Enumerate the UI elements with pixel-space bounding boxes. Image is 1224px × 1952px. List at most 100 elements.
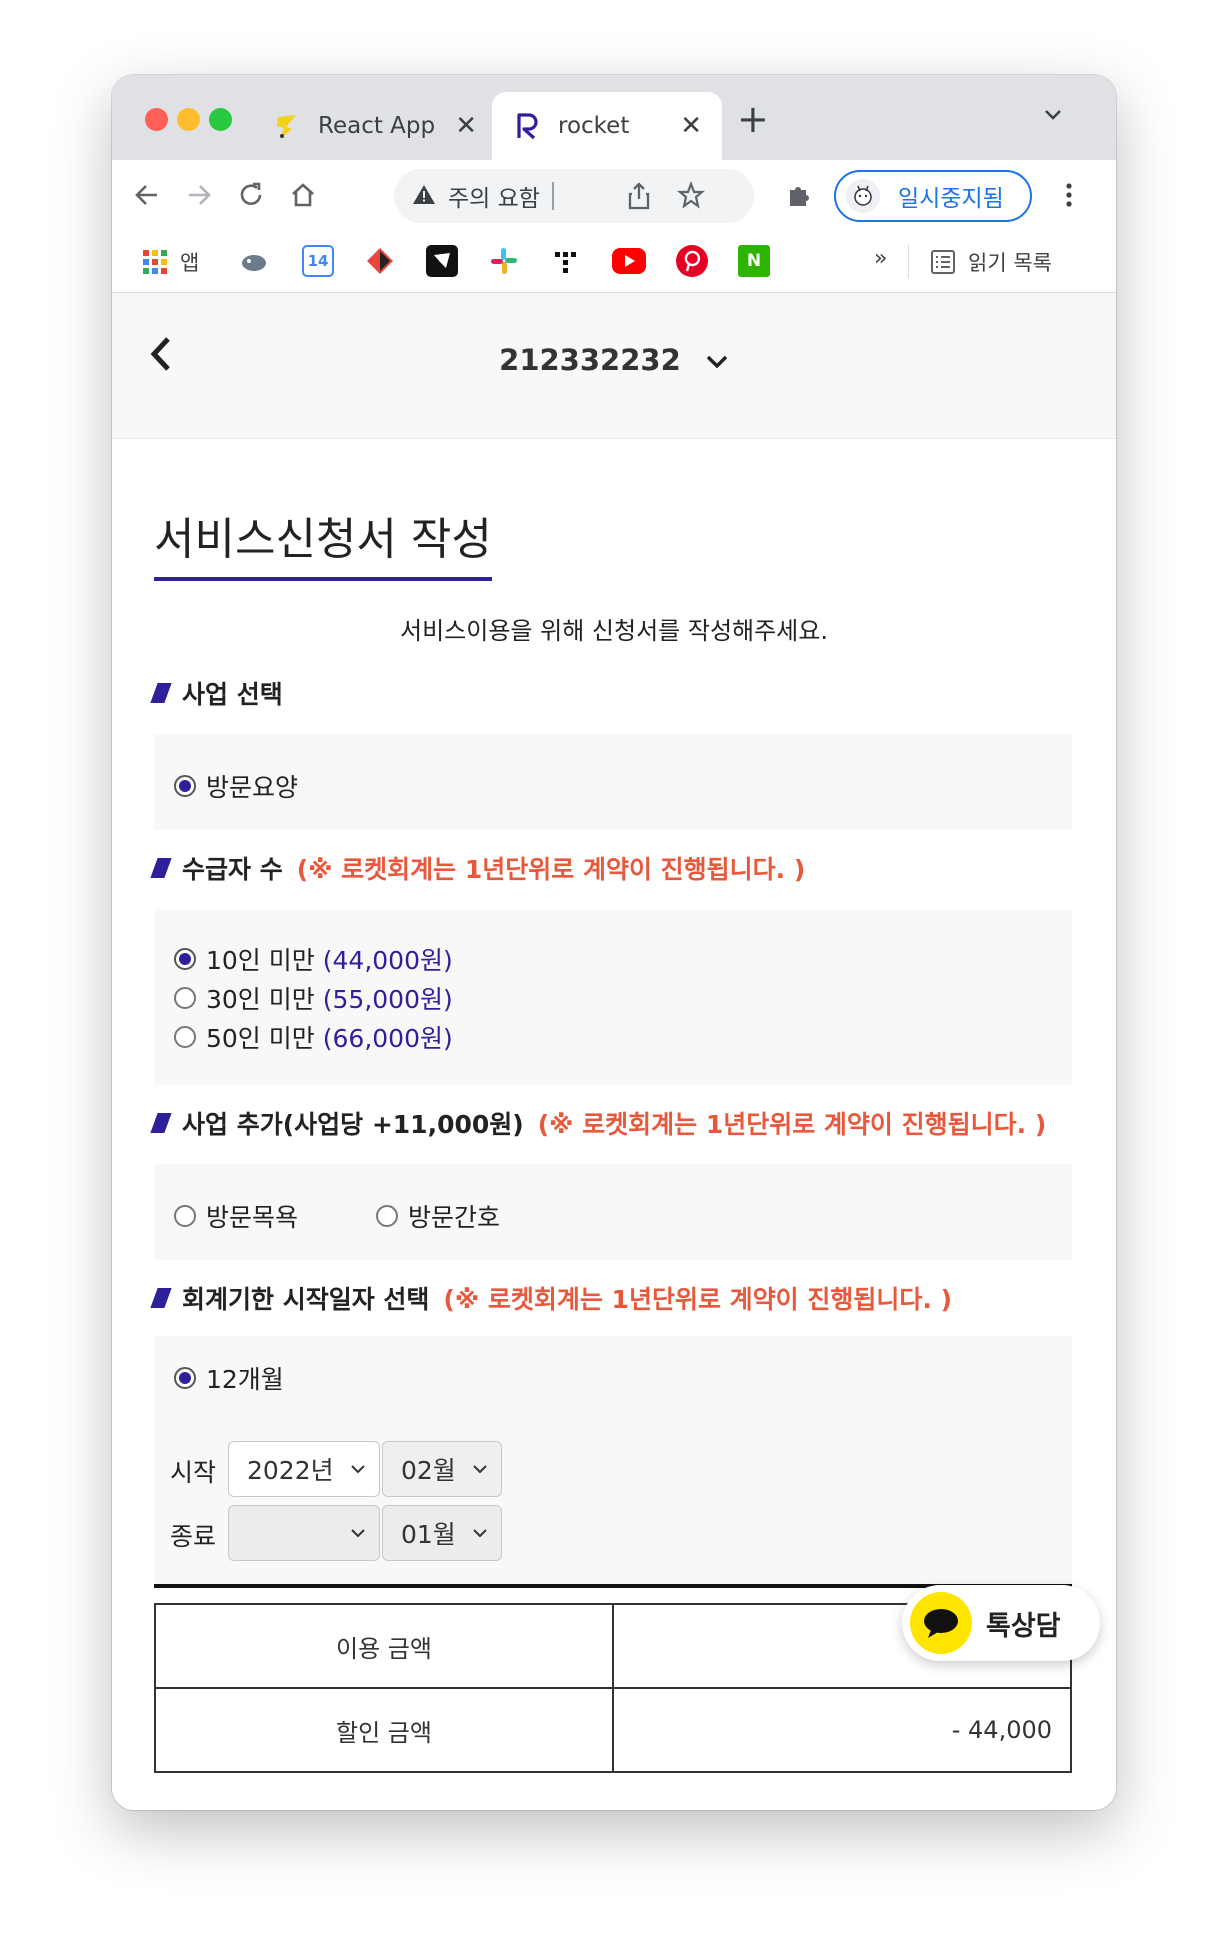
radio-under-50[interactable]: 50인 미만 (66,000원) [174,1019,453,1055]
reload-icon[interactable] [228,172,274,218]
maximize-window-button[interactable] [209,108,232,131]
radio-button[interactable] [174,1205,196,1227]
end-label: 종료 [170,1522,217,1551]
notion-like-icon[interactable] [426,245,458,277]
contract-note: (※ 로켓회계는 1년단위로 계약이 진행됩니다. ) [296,855,806,884]
end-month-select[interactable]: 01월 [382,1505,502,1561]
home-icon[interactable] [280,172,326,218]
radio-12-months[interactable]: 12개월 [174,1360,284,1396]
radio-button[interactable] [174,948,196,970]
page-content: 212332232 서비스신청서 작성 서비스이용을 위해 신청서를 작성해주세… [112,293,1116,1810]
radio-label: 30인 미만 [206,985,315,1014]
radio-label: 50인 미만 [206,1024,315,1053]
radio-button[interactable] [174,1367,196,1389]
radio-label: 방문간호 [408,1203,501,1232]
pinterest-icon[interactable] [676,245,708,277]
chat-label: 톡상담 [986,1610,1061,1642]
summary-label: 이용 금액 [154,1603,614,1689]
address-bar[interactable]: 주의 요함 [394,169,754,223]
chevron-down-icon [351,1529,365,1538]
bookmarks-bar: 앱 14 N » 읽기 목록 [112,232,1116,293]
radio-button[interactable] [174,1026,196,1048]
radio-button[interactable] [174,987,196,1009]
globe-bird-icon[interactable] [238,245,270,277]
price-label: (44,000원) [322,946,453,975]
section-title-text: 회계기한 시작일자 선택 [182,1285,430,1314]
price-label: (55,000원) [322,985,453,1014]
tab-strip: React App ✕ rocket ✕ + [112,75,1116,160]
close-window-button[interactable] [145,108,168,131]
close-icon[interactable]: ✕ [455,111,477,141]
addon-options-box: 방문목욕 방문간호 [154,1164,1072,1260]
naver-icon[interactable]: N [738,245,770,277]
radio-under-10[interactable]: 10인 미만 (44,000원) [174,941,453,977]
radio-label: 12개월 [206,1365,284,1394]
react-app-favicon [270,109,304,143]
slack-icon[interactable] [488,245,520,277]
select-value: 2022년 [247,1456,334,1485]
share-icon[interactable] [626,182,652,214]
start-year-select[interactable]: 2022년 [228,1441,380,1497]
youtube-icon[interactable] [612,248,646,274]
recipients-options-box: 10인 미만 (44,000원) 30인 미만 (55,000원) 50인 미만… [154,909,1072,1085]
account-selector[interactable]: 212332232 [112,343,1116,377]
contract-note: (※ 로켓회계는 1년단위로 계약이 진행됩니다. ) [537,1110,1047,1139]
tidal-icon[interactable] [550,245,582,277]
radio-visiting-bath[interactable]: 방문목욕 [174,1198,298,1234]
section-title-text: 수급자 수 [182,855,283,884]
git-icon[interactable] [364,245,396,277]
close-icon[interactable]: ✕ [680,111,702,141]
security-label[interactable]: 주의 요함 [448,179,540,213]
more-menu-icon[interactable] [1046,172,1092,218]
browser-window: React App ✕ rocket ✕ + 주의 요함 일시중지됨 앱 14 … [112,75,1116,1810]
google-calendar-icon[interactable]: 14 [302,245,334,277]
radio-label: 10인 미만 [206,946,315,975]
radio-visiting-care[interactable]: 방문요양 [174,768,298,804]
extensions-puzzle-icon[interactable] [776,172,822,218]
start-label: 시작 [170,1458,217,1487]
divider [908,244,909,278]
forward-arrow-icon[interactable] [176,172,222,218]
chevron-down-icon [473,1529,487,1538]
radio-visiting-nursing[interactable]: 방문간호 [376,1198,500,1234]
radio-button[interactable] [174,775,196,797]
section-title-text: 사업 추가(사업당 +11,000원) [182,1110,524,1139]
price-label: (66,000원) [322,1024,453,1053]
section-title-recipients: 수급자 수 (※ 로켓회계는 1년단위로 계약이 진행됩니다. ) [150,850,806,886]
select-value: 01월 [401,1520,456,1549]
summary-label: 할인 금액 [154,1687,614,1773]
bookmarks-overflow-button[interactable]: » [874,246,887,271]
warning-icon [412,183,436,209]
chevron-down-icon [473,1465,487,1474]
radio-under-30[interactable]: 30인 미만 (55,000원) [174,980,453,1016]
apps-grid-icon [143,250,167,274]
start-month-select[interactable]: 02월 [382,1441,502,1497]
end-year-select[interactable] [228,1505,380,1561]
apps-shortcut[interactable]: 앱 [142,247,199,277]
bookmark-star-icon[interactable] [676,180,706,213]
back-arrow-icon[interactable] [124,172,170,218]
minimize-window-button[interactable] [177,108,200,131]
chevron-down-icon [351,1465,365,1474]
app-header: 212332232 [112,293,1116,439]
new-tab-button[interactable]: + [737,97,769,141]
tab-search-chevron-icon[interactable] [1042,103,1064,129]
reading-list-button[interactable]: 읽기 목록 [930,247,1052,277]
kakao-chat-button[interactable]: 톡상담 [902,1585,1100,1661]
radio-button[interactable] [376,1205,398,1227]
profile-paused-button[interactable]: 일시중지됨 [834,170,1032,222]
section-marker-icon [150,1288,172,1308]
reading-list-icon [931,250,955,274]
section-title-business: 사업 선택 [150,675,283,711]
section-title-addon: 사업 추가(사업당 +11,000원) (※ 로켓회계는 1년단위로 계약이 진… [150,1105,1047,1141]
tab-label: rocket [558,113,630,139]
period-options-box: 12개월 시작 2022년 02월 종료 01월 [154,1336,1072,1584]
avatar [846,179,880,213]
business-options-box: 방문요양 [154,734,1072,830]
tab-rocket[interactable]: rocket ✕ [492,92,722,160]
browser-toolbar: 주의 요함 일시중지됨 [112,160,1116,232]
account-number: 212332232 [499,343,681,377]
tab-react-app[interactable]: React App ✕ [270,92,485,160]
profile-paused-label: 일시중지됨 [898,186,1004,212]
apps-label: 앱 [180,251,200,275]
